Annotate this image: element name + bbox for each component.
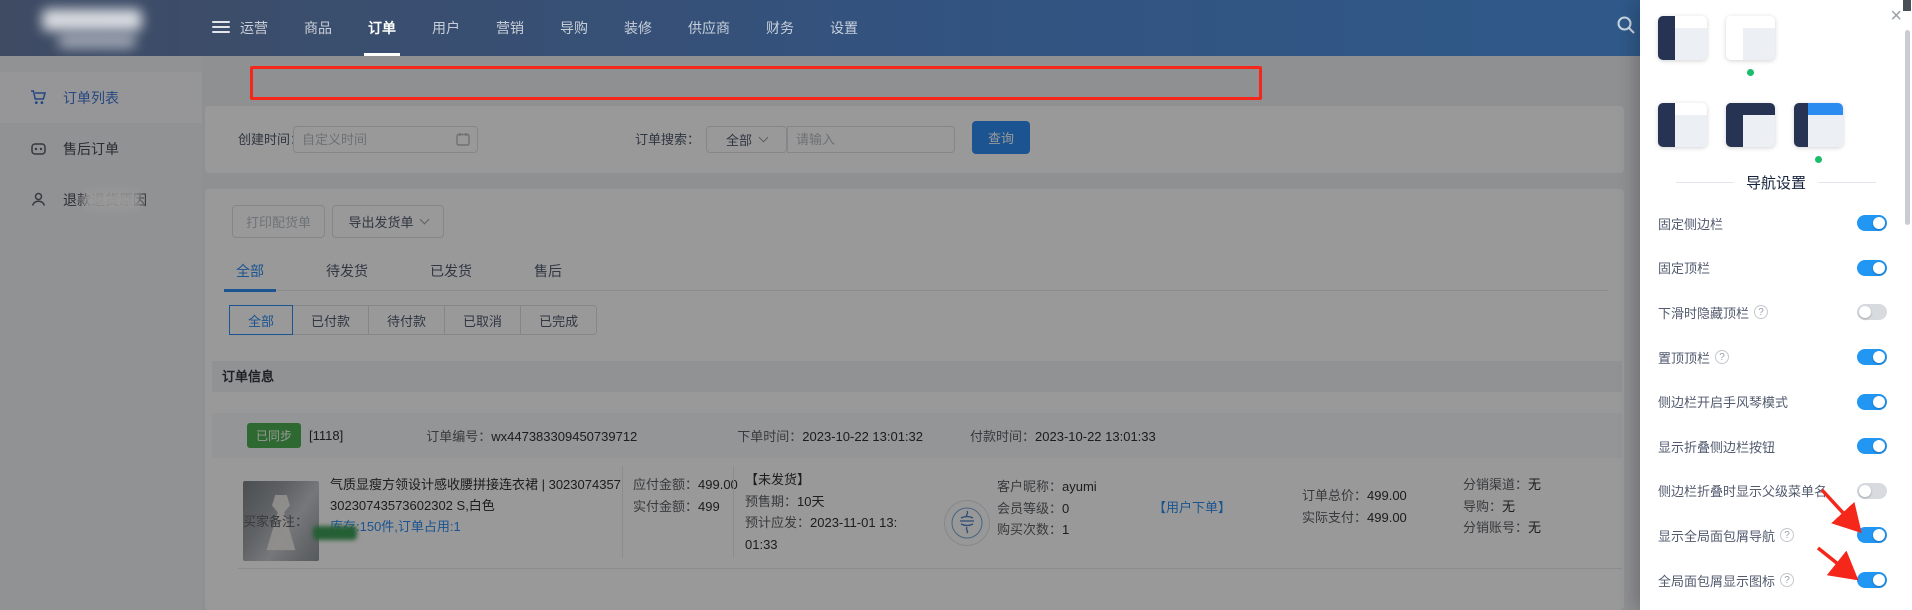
drawer-backdrop[interactable] xyxy=(0,56,1640,610)
setting-label: 全局面包屑显示图标 xyxy=(1658,573,1776,589)
setting-row: 显示全局面包屑导航 ? xyxy=(1640,513,1912,558)
setting-row: 置顶顶栏 ? xyxy=(1640,335,1912,380)
help-icon[interactable]: ? xyxy=(1754,305,1769,320)
nav-menu-item[interactable]: 订单 xyxy=(364,0,400,56)
setting-row: 固定顶栏 xyxy=(1640,246,1912,291)
setting-row: 侧边栏开启手风琴模式 xyxy=(1640,379,1912,424)
search-icon[interactable] xyxy=(1616,15,1640,39)
toggle-switch[interactable] xyxy=(1857,349,1887,366)
layout-card-side-menu[interactable] xyxy=(1658,103,1707,147)
collapse-menu-icon[interactable] xyxy=(212,21,230,35)
setting-label: 显示折叠侧边栏按钮 xyxy=(1658,439,1776,455)
theme-card-dark-sidebar[interactable] xyxy=(1658,16,1707,60)
nav-menu-item[interactable]: 用户 xyxy=(432,0,460,56)
toggle-switch[interactable] xyxy=(1857,304,1887,321)
nav-settings-title: 导航设置 xyxy=(1745,175,1806,192)
toggle-switch[interactable] xyxy=(1857,393,1887,410)
help-icon[interactable]: ? xyxy=(1780,573,1795,588)
nav-menu-item[interactable]: 财务 xyxy=(766,0,794,56)
toggle-switch[interactable] xyxy=(1857,482,1887,499)
toggle-switch[interactable] xyxy=(1857,572,1887,589)
toggle-switch[interactable] xyxy=(1857,527,1887,544)
annotation-rectangle xyxy=(250,66,1262,100)
setting-row: 侧边栏折叠时显示父级菜单名 xyxy=(1640,469,1912,514)
setting-label: 侧边栏开启手风琴模式 xyxy=(1658,395,1789,411)
setting-label: 固定顶栏 xyxy=(1658,261,1711,277)
logo-blurred xyxy=(42,9,142,31)
setting-label: 固定侧边栏 xyxy=(1658,216,1724,232)
selected-dot xyxy=(1815,156,1822,163)
setting-label: 置顶顶栏 xyxy=(1658,350,1711,366)
nav-menu-item[interactable]: 商品 xyxy=(304,0,332,56)
setting-label: 侧边栏折叠时显示父级菜单名 xyxy=(1658,484,1828,500)
layout-card-top-menu[interactable] xyxy=(1726,103,1775,147)
nav-menu-item[interactable]: 运营 xyxy=(240,0,268,56)
layout-card-mixed[interactable] xyxy=(1794,103,1843,147)
scrollbar-corner xyxy=(1903,0,1911,11)
setting-row: 显示折叠侧边栏按钮 xyxy=(1640,424,1912,469)
toggle-switch[interactable] xyxy=(1857,438,1887,455)
top-nav: 运营 商品 订单 用户 营销 导购 装修 供应商 财务 设置 xyxy=(0,0,1912,56)
theme-settings-drawer: × 导航设置 固定侧边栏 固定顶栏 下滑时隐藏顶栏 ? 置顶顶栏 ? 侧边栏开启… xyxy=(1640,0,1912,610)
toggle-switch[interactable] xyxy=(1857,259,1887,276)
logo-blurred-line2 xyxy=(58,35,136,48)
nav-menu-item[interactable]: 导购 xyxy=(560,0,588,56)
help-icon[interactable]: ? xyxy=(1780,528,1795,543)
toggle-switch[interactable] xyxy=(1857,215,1887,232)
nav-settings-list: 固定侧边栏 固定顶栏 下滑时隐藏顶栏 ? 置顶顶栏 ? 侧边栏开启手风琴模式 显… xyxy=(1640,201,1912,602)
nav-menu-item[interactable]: 营销 xyxy=(496,0,524,56)
setting-row: 全局面包屑显示图标 ? xyxy=(1640,558,1912,603)
help-icon[interactable]: ? xyxy=(1715,350,1730,365)
setting-row: 下滑时隐藏顶栏 ? xyxy=(1640,290,1912,335)
setting-label: 显示全局面包屑导航 xyxy=(1658,528,1776,544)
nav-menu-item[interactable]: 供应商 xyxy=(688,0,730,56)
nav-settings-header: 导航设置 xyxy=(1640,172,1912,193)
theme-card-light[interactable] xyxy=(1726,16,1775,60)
selected-dot xyxy=(1747,69,1754,76)
nav-menu-item[interactable]: 设置 xyxy=(830,0,858,56)
drawer-scrollbar[interactable] xyxy=(1905,30,1910,225)
setting-label: 下滑时隐藏顶栏 xyxy=(1658,305,1750,321)
nav-menu: 运营 商品 订单 用户 营销 导购 装修 供应商 财务 设置 xyxy=(240,0,858,56)
nav-menu-item[interactable]: 装修 xyxy=(624,0,652,56)
close-icon[interactable]: × xyxy=(1890,6,1902,26)
setting-row: 固定侧边栏 xyxy=(1640,201,1912,246)
